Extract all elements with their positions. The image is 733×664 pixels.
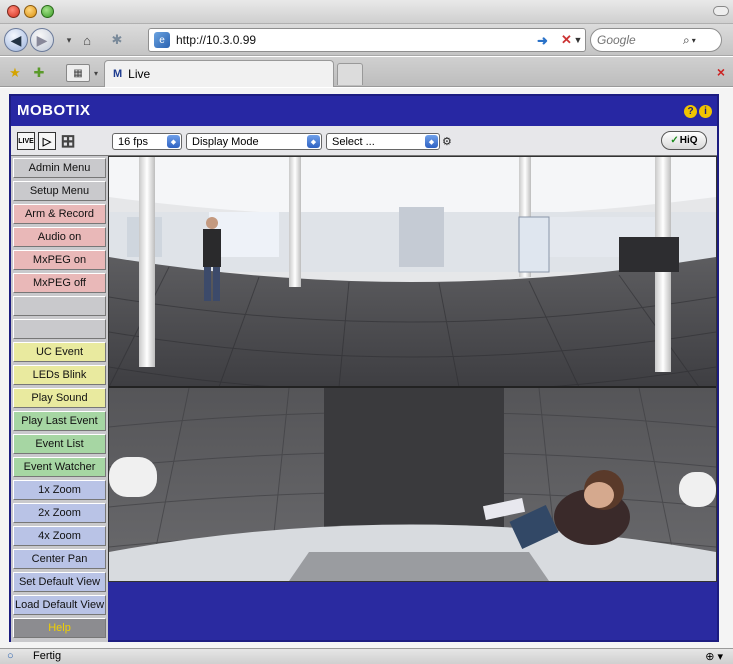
- help-icon[interactable]: ?: [684, 105, 697, 118]
- hiq-button[interactable]: ✓ HiQ: [661, 131, 707, 150]
- camera-image-svg: [109, 157, 716, 581]
- softbutton-center-pan[interactable]: Center Pan: [13, 549, 106, 569]
- status-bar: ○ Fertig ⊕ ▾: [0, 648, 733, 664]
- softbutton-empty-6[interactable]: [13, 296, 106, 316]
- forward-arrow-icon: ▶: [36, 31, 48, 48]
- overhead-view: [109, 387, 716, 581]
- play-icon: ▷: [42, 135, 52, 148]
- softbutton-empty-7[interactable]: [13, 319, 106, 339]
- go-arrow-icon[interactable]: ➜: [537, 33, 548, 49]
- hiq-label: HiQ: [679, 135, 698, 146]
- display-mode-dropdown-icon: ◆: [307, 135, 320, 148]
- add-favorite-icon[interactable]: ✚: [30, 64, 48, 82]
- softbutton-2x-zoom[interactable]: 2x Zoom: [13, 503, 106, 523]
- home-icon[interactable]: ⌂: [78, 31, 96, 49]
- history-dropdown-icon[interactable]: ▾: [60, 31, 78, 49]
- softbutton-4x-zoom[interactable]: 4x Zoom: [13, 526, 106, 546]
- tab-label: Live: [128, 67, 151, 81]
- search-icon[interactable]: ⌕: [683, 33, 690, 48]
- page-viewport: MOBOTIX ? i LIVE ▷ ⊞ 16 fps ◆ Display Mo…: [0, 88, 733, 648]
- live-video-image[interactable]: [108, 156, 717, 582]
- window-close-button[interactable]: [7, 5, 20, 18]
- tab-grid-icon[interactable]: ▦: [66, 64, 90, 82]
- select-dropdown-icon: ◆: [425, 135, 438, 148]
- softbutton-mxpeg-on[interactable]: MxPEG on: [13, 250, 106, 270]
- info-icon[interactable]: i: [699, 105, 712, 118]
- softbutton-set-default-view[interactable]: Set Default View: [13, 572, 106, 592]
- select-value: Select ...: [332, 135, 375, 148]
- navigation-toolbar: ◀ ▶ ▾ ⌂ ✱ e http://10.3.0.99 ▼ ➜ ✕ ⌕ ▾: [0, 24, 733, 56]
- softbutton-arm-record[interactable]: Arm & Record: [13, 204, 106, 224]
- close-tab-icon[interactable]: ×: [717, 64, 725, 80]
- display-mode-select[interactable]: Display Mode ◆: [186, 133, 322, 150]
- fps-value: 16 fps: [118, 135, 148, 148]
- tab-bar: ★ ✚ ▦ ▾ M Live ×: [0, 57, 733, 87]
- status-text: Fertig: [33, 650, 62, 662]
- tools-icon[interactable]: ✱: [108, 31, 126, 49]
- bookmark-star-icon[interactable]: ★: [6, 64, 24, 82]
- fps-select[interactable]: 16 fps ◆: [112, 133, 182, 150]
- checkmark-icon: ✓: [670, 135, 679, 146]
- softbutton-play-sound[interactable]: Play Sound: [13, 388, 106, 408]
- softbutton-event-watcher[interactable]: Event Watcher: [13, 457, 106, 477]
- softbutton-1x-zoom[interactable]: 1x Zoom: [13, 480, 106, 500]
- softbutton-leds-blink[interactable]: LEDs Blink: [13, 365, 106, 385]
- url-dropdown-icon[interactable]: ▼: [571, 35, 585, 45]
- url-text[interactable]: http://10.3.0.99: [176, 33, 571, 47]
- mobotix-live-frame: MOBOTIX ? i LIVE ▷ ⊞ 16 fps ◆ Display Mo…: [9, 94, 719, 642]
- live-toolbar: LIVE ▷ ⊞ 16 fps ◆ Display Mode ◆ Select …: [11, 126, 717, 156]
- brand-logo: MOBOTIX: [17, 102, 91, 119]
- mobotix-favicon-icon: M: [113, 68, 123, 80]
- softbutton-sidebar: Admin Menu Setup Menu Arm & Record Audio on…: [11, 156, 108, 642]
- grid-icon: ⊞: [60, 130, 76, 151]
- fps-dropdown-icon: ◆: [167, 135, 180, 148]
- zoom-control-icon[interactable]: ⊕ ▾: [705, 650, 723, 663]
- search-dropdown-icon[interactable]: ▾: [692, 36, 696, 45]
- multiview-button[interactable]: ⊞: [59, 130, 77, 151]
- softbutton-admin-menu[interactable]: Admin Menu: [13, 158, 106, 178]
- tab-list-dropdown-icon[interactable]: ▾: [90, 64, 102, 82]
- softbutton-audio-on[interactable]: Audio on: [13, 227, 106, 247]
- softbutton-play-last-event[interactable]: Play Last Event: [13, 411, 106, 431]
- back-arrow-icon: ◀: [10, 31, 22, 48]
- softbutton-help[interactable]: Help: [13, 618, 106, 638]
- new-tab-button[interactable]: [337, 63, 363, 85]
- softbutton-uc-event[interactable]: UC Event: [13, 342, 106, 362]
- page-favicon-icon: e: [154, 32, 170, 48]
- brand-header: MOBOTIX ? i: [11, 96, 717, 126]
- softbutton-mxpeg-off[interactable]: MxPEG off: [13, 273, 106, 293]
- status-globe-icon: ○: [7, 650, 14, 662]
- stop-x-icon[interactable]: ✕: [561, 32, 572, 48]
- address-bar[interactable]: e http://10.3.0.99 ▼: [148, 28, 586, 52]
- softbutton-setup-menu[interactable]: Setup Menu: [13, 181, 106, 201]
- select-dropdown[interactable]: Select ... ◆: [326, 133, 440, 150]
- search-box[interactable]: ⌕ ▾: [590, 28, 722, 52]
- window-titlebar: [0, 0, 733, 24]
- panorama-view: [109, 157, 716, 393]
- softbutton-event-list[interactable]: Event List: [13, 434, 106, 454]
- window-minimize-button[interactable]: [24, 5, 37, 18]
- window-zoom-button[interactable]: [41, 5, 54, 18]
- back-button[interactable]: ◀: [4, 28, 28, 52]
- live-mode-button[interactable]: LIVE: [17, 132, 35, 150]
- settings-gear-icon[interactable]: ⚙: [442, 135, 452, 148]
- forward-button[interactable]: ▶: [30, 28, 54, 52]
- play-mode-button[interactable]: ▷: [38, 132, 56, 150]
- search-input[interactable]: [597, 33, 681, 47]
- tab-live[interactable]: M Live: [104, 60, 334, 87]
- display-mode-value: Display Mode: [192, 135, 259, 148]
- softbutton-load-default-view[interactable]: Load Default View: [13, 595, 106, 615]
- toolbar-toggle-button[interactable]: [713, 6, 729, 16]
